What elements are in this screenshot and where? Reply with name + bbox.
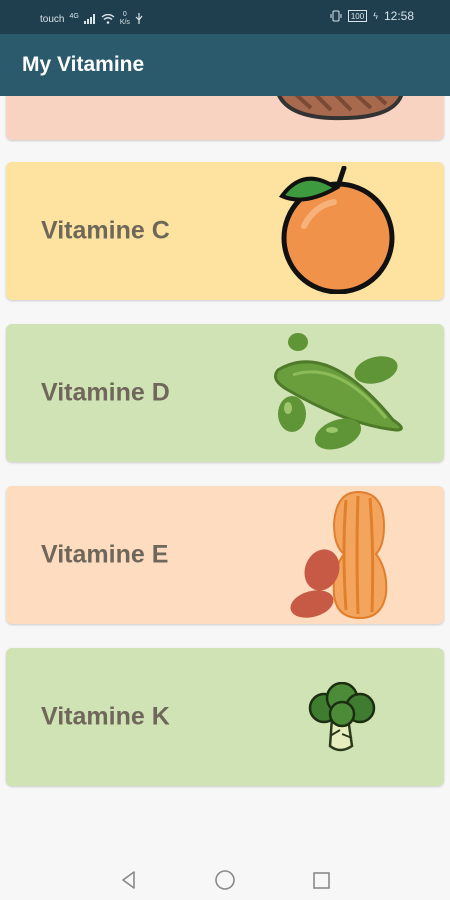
vitamin-card-c[interactable]: Vitamine C [6,162,444,300]
home-button[interactable] [212,868,238,892]
usb-icon [135,13,143,24]
wifi-icon [101,14,115,24]
vitamin-card-e[interactable]: Vitamine E [6,486,444,624]
orange-icon [278,166,395,294]
network-type: 4G [69,12,79,20]
vitamin-card-label: Vitamine E [41,540,169,569]
navigation-bar [0,860,450,900]
edamame-icon [274,333,403,450]
clock: 12:58 [383,9,414,23]
vibrate-icon [330,10,342,22]
recents-icon [313,872,330,889]
vitamin-card-d[interactable]: Vitamine D [6,324,444,462]
vitamin-card-label: Vitamine C [41,216,170,245]
home-icon [215,870,235,890]
battery-icon: 100 [347,10,368,22]
meat-icon [277,96,403,121]
recents-button[interactable] [308,868,334,892]
carrier-label: touch [40,13,65,25]
page-title: My Vitamine [22,53,145,76]
broccoli-icon [308,682,376,752]
vitamin-list[interactable]: Vitamine C Vitamine D Vitamine E Vitamin… [0,96,450,860]
net-speed: 0 K/s [119,11,130,26]
back-icon [122,871,135,889]
battery-level: 100 [350,11,365,21]
signal-icon [83,14,95,24]
status-bar: touch 4G 0 K/s 100 ϟ 12:58 [0,0,450,34]
vitamin-card-label: Vitamine D [41,378,170,407]
vitamin-card-partial[interactable] [6,96,444,140]
status-right: 100 ϟ 12:58 [330,9,414,23]
vitamin-card-label: Vitamine K [41,702,170,731]
peanut-icon [290,490,388,620]
vitamin-card-k[interactable]: Vitamine K [6,648,444,786]
status-left: touch 4G 0 K/s [40,11,143,27]
charging-icon: ϟ [373,11,378,21]
app-bar: My Vitamine [0,34,450,96]
back-button[interactable] [116,868,142,892]
